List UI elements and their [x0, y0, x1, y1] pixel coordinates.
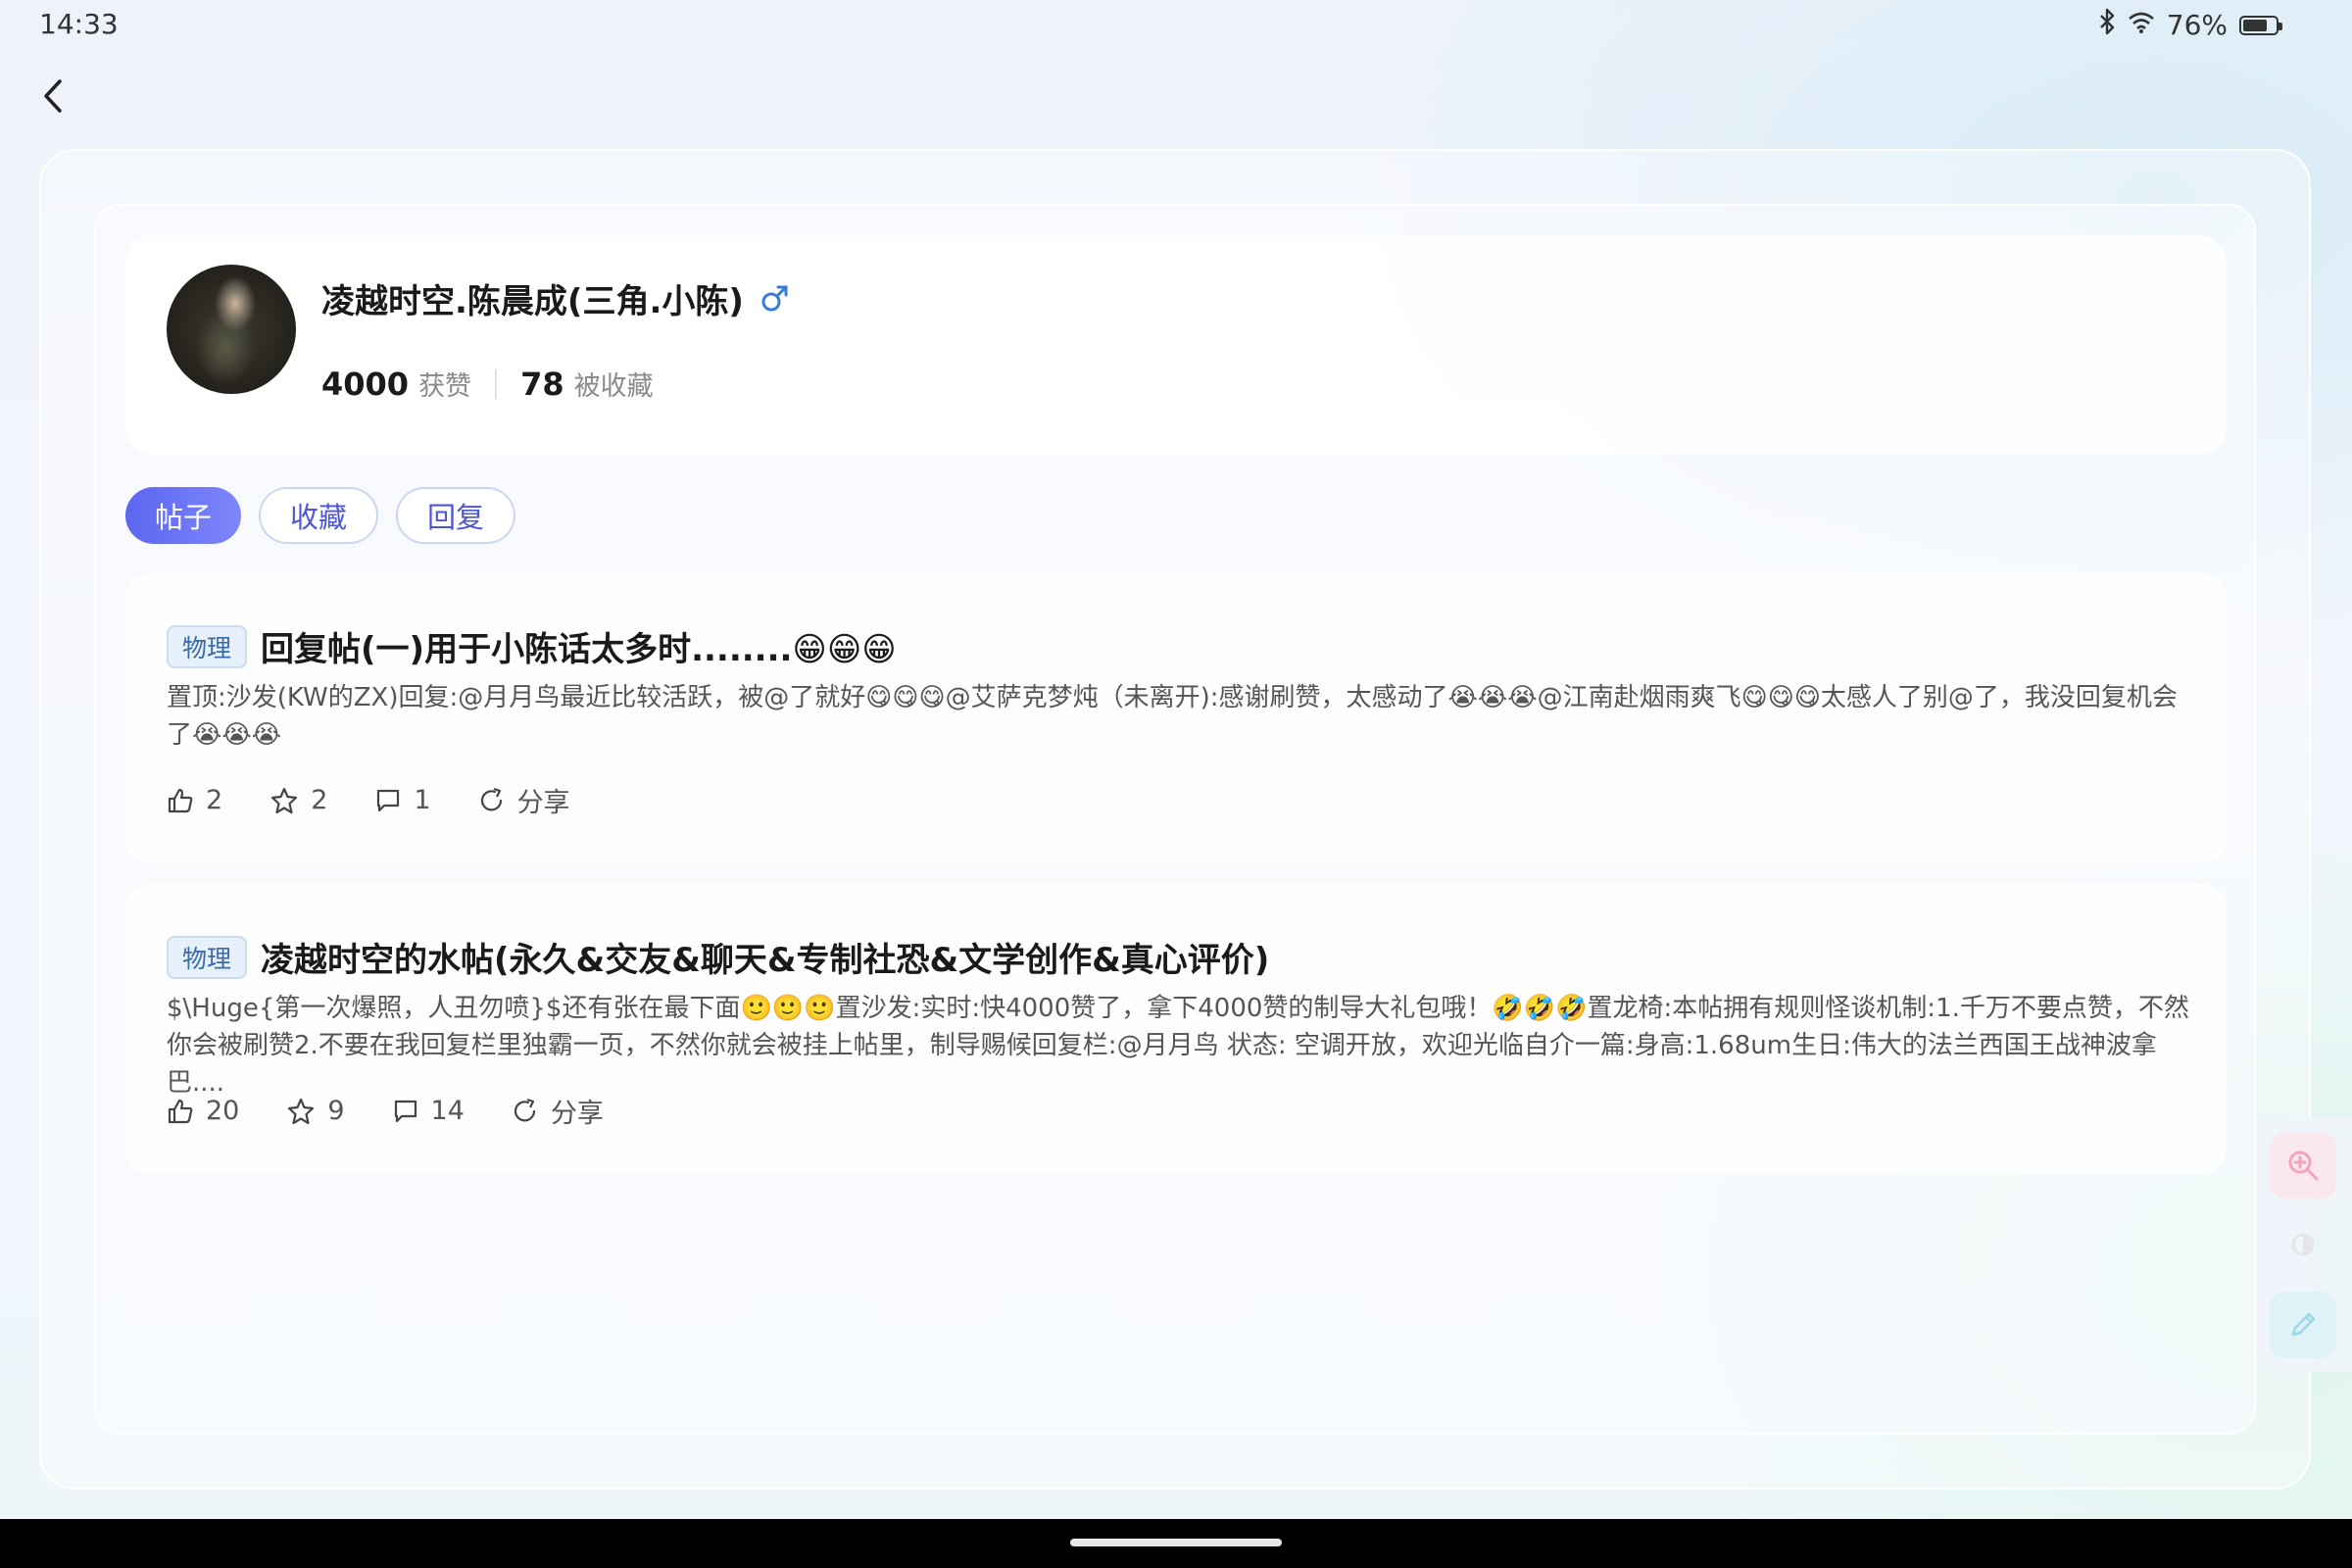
comment-icon	[394, 1100, 416, 1122]
bluetooth-icon	[2098, 8, 2116, 42]
post-actions: 20 9 14 分享	[167, 1092, 604, 1130]
status-icons: 76%	[2098, 8, 2282, 42]
chevron-left-icon	[44, 79, 62, 113]
comment-count: 14	[430, 1096, 465, 1126]
battery-fill	[2243, 19, 2268, 31]
share-button[interactable]: 分享	[478, 781, 570, 819]
profile-name-row: 凌越时空.陈晨成(三角.小陈)	[321, 274, 789, 322]
likes-count: 4000	[321, 365, 410, 403]
share-label: 分享	[516, 788, 570, 818]
home-indicator[interactable]	[1070, 1539, 1282, 1546]
thumbs-up-icon	[168, 788, 193, 812]
comment-button[interactable]: 1	[374, 785, 431, 815]
tab-favorites[interactable]: 收藏	[259, 487, 379, 544]
comment-icon	[377, 789, 400, 811]
like-count: 20	[206, 1096, 240, 1126]
status-bar: 14:33 76%	[0, 0, 2352, 49]
likes-label: 获赞	[418, 371, 472, 402]
wifi-icon	[2128, 9, 2155, 41]
post-title-row: 物理 凌越时空的水帖(永久&交友&聊天&专制社恐&文学创作&真心评价)	[167, 933, 1269, 981]
status-time: 14:33	[39, 8, 119, 40]
favorite-button[interactable]: 9	[286, 1096, 345, 1126]
male-icon	[760, 284, 789, 314]
edit-button[interactable]	[2270, 1292, 2336, 1358]
thumbs-up-icon	[168, 1099, 193, 1123]
zoom-button[interactable]	[2270, 1132, 2336, 1199]
battery-percent: 76%	[2166, 9, 2228, 41]
pencil-icon	[2291, 1312, 2316, 1337]
post-tag[interactable]: 物理	[167, 624, 248, 668]
favorite-count: 9	[327, 1096, 345, 1126]
favorite-count: 2	[311, 785, 328, 815]
star-icon	[271, 787, 298, 813]
tab-replies[interactable]: 回复	[396, 487, 516, 544]
post-title[interactable]: 回复帖(一)用于小陈话太多时........😁😁😁	[261, 622, 897, 670]
post-tag[interactable]: 物理	[167, 935, 248, 979]
stats-divider	[495, 368, 498, 399]
post-body[interactable]: $\Huge{第一次爆照，人丑勿喷}$还有张在最下面🙂🙂🙂置沙发:实时:快400…	[167, 990, 2195, 1102]
share-icon	[480, 787, 502, 810]
favorite-button[interactable]: 2	[270, 785, 327, 815]
post-card[interactable]: 物理 凌越时空的水帖(永久&交友&聊天&专制社恐&文学创作&真心评价) $\Hu…	[125, 884, 2227, 1174]
contrast-button[interactable]	[2270, 1211, 2336, 1278]
battery-icon	[2239, 15, 2282, 35]
star-icon	[288, 1098, 315, 1124]
back-button[interactable]	[33, 73, 73, 120]
post-card[interactable]: 物理 回复帖(一)用于小陈话太多时........😁😁😁 置顶:沙发(KW的ZX…	[125, 573, 2227, 863]
like-button[interactable]: 2	[167, 785, 222, 815]
tab-bar: 帖子 收藏 回复	[125, 487, 516, 544]
tab-posts[interactable]: 帖子	[125, 487, 242, 544]
favorites-label: 被收藏	[573, 371, 654, 402]
post-title-row: 物理 回复帖(一)用于小陈话太多时........😁😁😁	[167, 622, 897, 670]
zoom-in-icon	[2288, 1151, 2319, 1181]
profile-card: 凌越时空.陈晨成(三角.小陈) 4000 获赞 78 被收藏	[125, 235, 2227, 455]
like-button[interactable]: 20	[167, 1096, 239, 1126]
favorites-count: 78	[520, 365, 564, 403]
system-nav-bar	[0, 1519, 2352, 1568]
share-label: 分享	[550, 1099, 604, 1129]
avatar[interactable]	[167, 265, 296, 394]
share-button[interactable]: 分享	[512, 1092, 604, 1130]
comment-button[interactable]: 14	[392, 1096, 465, 1126]
floating-toolbar	[2256, 1117, 2352, 1372]
profile-stats: 4000 获赞 78 被收藏	[321, 365, 654, 403]
comment-count: 1	[414, 785, 431, 815]
post-actions: 2 2 1 分享	[167, 781, 570, 819]
post-body[interactable]: 置顶:沙发(KW的ZX)回复:@月月鸟最近比较活跃，被@了就好😋😋😋@艾萨克梦炖…	[167, 679, 2195, 754]
post-title[interactable]: 凌越时空的水帖(永久&交友&聊天&专制社恐&文学创作&真心评价)	[261, 933, 1269, 981]
contrast-icon	[2291, 1233, 2315, 1256]
profile-name: 凌越时空.陈晨成(三角.小陈)	[321, 282, 744, 321]
like-count: 2	[206, 785, 223, 815]
share-icon	[514, 1098, 536, 1121]
